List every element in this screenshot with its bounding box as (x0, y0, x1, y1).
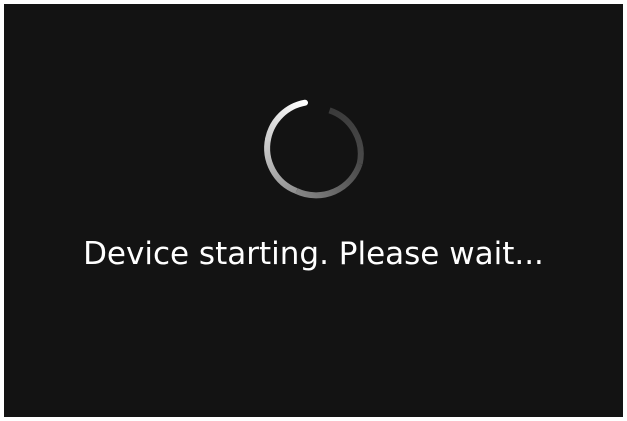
loading-spinner-icon (264, 99, 364, 199)
status-message: Device starting. Please wait... (83, 236, 544, 272)
boot-screen: Device starting. Please wait... (4, 4, 623, 417)
